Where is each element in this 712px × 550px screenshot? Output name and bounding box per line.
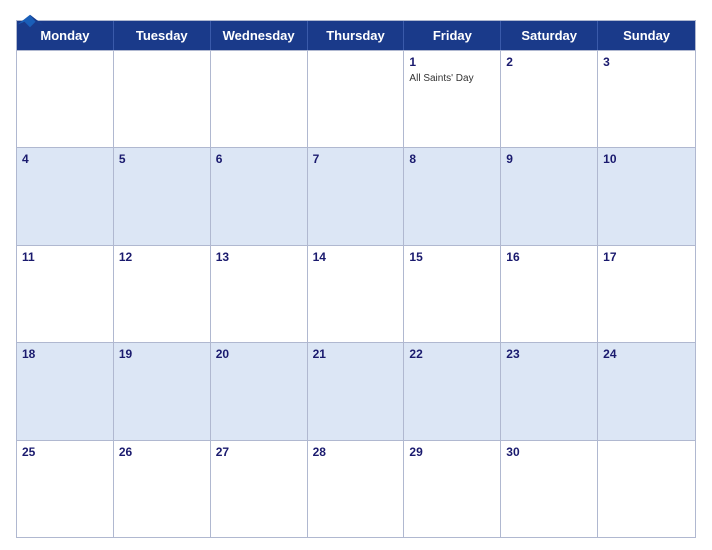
weekday-header-friday: Friday	[404, 21, 501, 50]
cal-cell: 21	[308, 343, 405, 439]
weekday-header-row: MondayTuesdayWednesdayThursdayFridaySatu…	[17, 21, 695, 50]
day-number: 10	[603, 152, 690, 168]
cal-cell: 22	[404, 343, 501, 439]
day-number: 14	[313, 250, 399, 266]
weekday-header-saturday: Saturday	[501, 21, 598, 50]
cal-cell: 13	[211, 246, 308, 342]
calendar-body: 1All Saints' Day234567891011121314151617…	[17, 50, 695, 537]
day-number: 30	[506, 445, 592, 461]
day-number: 21	[313, 347, 399, 363]
cal-cell: 24	[598, 343, 695, 439]
cal-cell: 15	[404, 246, 501, 342]
day-number: 23	[506, 347, 592, 363]
day-event: All Saints' Day	[409, 72, 495, 85]
day-number: 9	[506, 152, 592, 168]
day-number: 17	[603, 250, 690, 266]
day-number: 20	[216, 347, 302, 363]
cal-cell: 27	[211, 441, 308, 537]
cal-cell: 5	[114, 148, 211, 244]
day-number: 24	[603, 347, 690, 363]
cal-cell: 16	[501, 246, 598, 342]
cal-cell	[598, 441, 695, 537]
cal-cell	[114, 51, 211, 147]
cal-cell: 23	[501, 343, 598, 439]
day-number: 18	[22, 347, 108, 363]
day-number: 25	[22, 445, 108, 461]
cal-cell: 28	[308, 441, 405, 537]
cal-cell: 20	[211, 343, 308, 439]
cal-cell: 29	[404, 441, 501, 537]
day-number: 4	[22, 152, 108, 168]
logo-bird-icon	[16, 12, 44, 30]
day-number: 19	[119, 347, 205, 363]
cal-cell: 19	[114, 343, 211, 439]
cal-cell: 30	[501, 441, 598, 537]
cal-cell: 25	[17, 441, 114, 537]
cal-cell: 10	[598, 148, 695, 244]
cal-cell	[17, 51, 114, 147]
day-number: 22	[409, 347, 495, 363]
week-row-3: 11 12 13 14 15 16 17	[17, 245, 695, 342]
week-row-4: 18 19 20 21 22 23 24	[17, 342, 695, 439]
cal-cell: 18	[17, 343, 114, 439]
cal-cell: 11	[17, 246, 114, 342]
cal-cell: 1All Saints' Day	[404, 51, 501, 147]
day-number: 8	[409, 152, 495, 168]
cal-cell	[211, 51, 308, 147]
cal-cell: 6	[211, 148, 308, 244]
cal-cell: 7	[308, 148, 405, 244]
day-number: 27	[216, 445, 302, 461]
cal-cell: 4	[17, 148, 114, 244]
cal-cell	[308, 51, 405, 147]
logo	[16, 12, 44, 30]
cal-cell: 2	[501, 51, 598, 147]
weekday-header-thursday: Thursday	[308, 21, 405, 50]
week-row-5: 25 26 27 28 29 30	[17, 440, 695, 537]
day-number: 26	[119, 445, 205, 461]
day-number: 1	[409, 55, 495, 71]
weekday-header-tuesday: Tuesday	[114, 21, 211, 50]
week-row-2: 456789 10	[17, 147, 695, 244]
cal-cell: 12	[114, 246, 211, 342]
day-number: 13	[216, 250, 302, 266]
weekday-header-wednesday: Wednesday	[211, 21, 308, 50]
day-number: 15	[409, 250, 495, 266]
weekday-header-sunday: Sunday	[598, 21, 695, 50]
day-number: 28	[313, 445, 399, 461]
calendar: MondayTuesdayWednesdayThursdayFridaySatu…	[16, 20, 696, 538]
day-number: 6	[216, 152, 302, 168]
day-number: 11	[22, 250, 108, 266]
day-number: 2	[506, 55, 592, 71]
cal-cell: 26	[114, 441, 211, 537]
cal-cell: 8	[404, 148, 501, 244]
day-number: 7	[313, 152, 399, 168]
cal-cell: 17	[598, 246, 695, 342]
page: MondayTuesdayWednesdayThursdayFridaySatu…	[0, 0, 712, 550]
day-number: 5	[119, 152, 205, 168]
day-number: 16	[506, 250, 592, 266]
day-number: 3	[603, 55, 690, 71]
cal-cell: 9	[501, 148, 598, 244]
day-number: 12	[119, 250, 205, 266]
day-number: 29	[409, 445, 495, 461]
week-row-1: 1All Saints' Day 23	[17, 50, 695, 147]
cal-cell: 3	[598, 51, 695, 147]
cal-cell: 14	[308, 246, 405, 342]
